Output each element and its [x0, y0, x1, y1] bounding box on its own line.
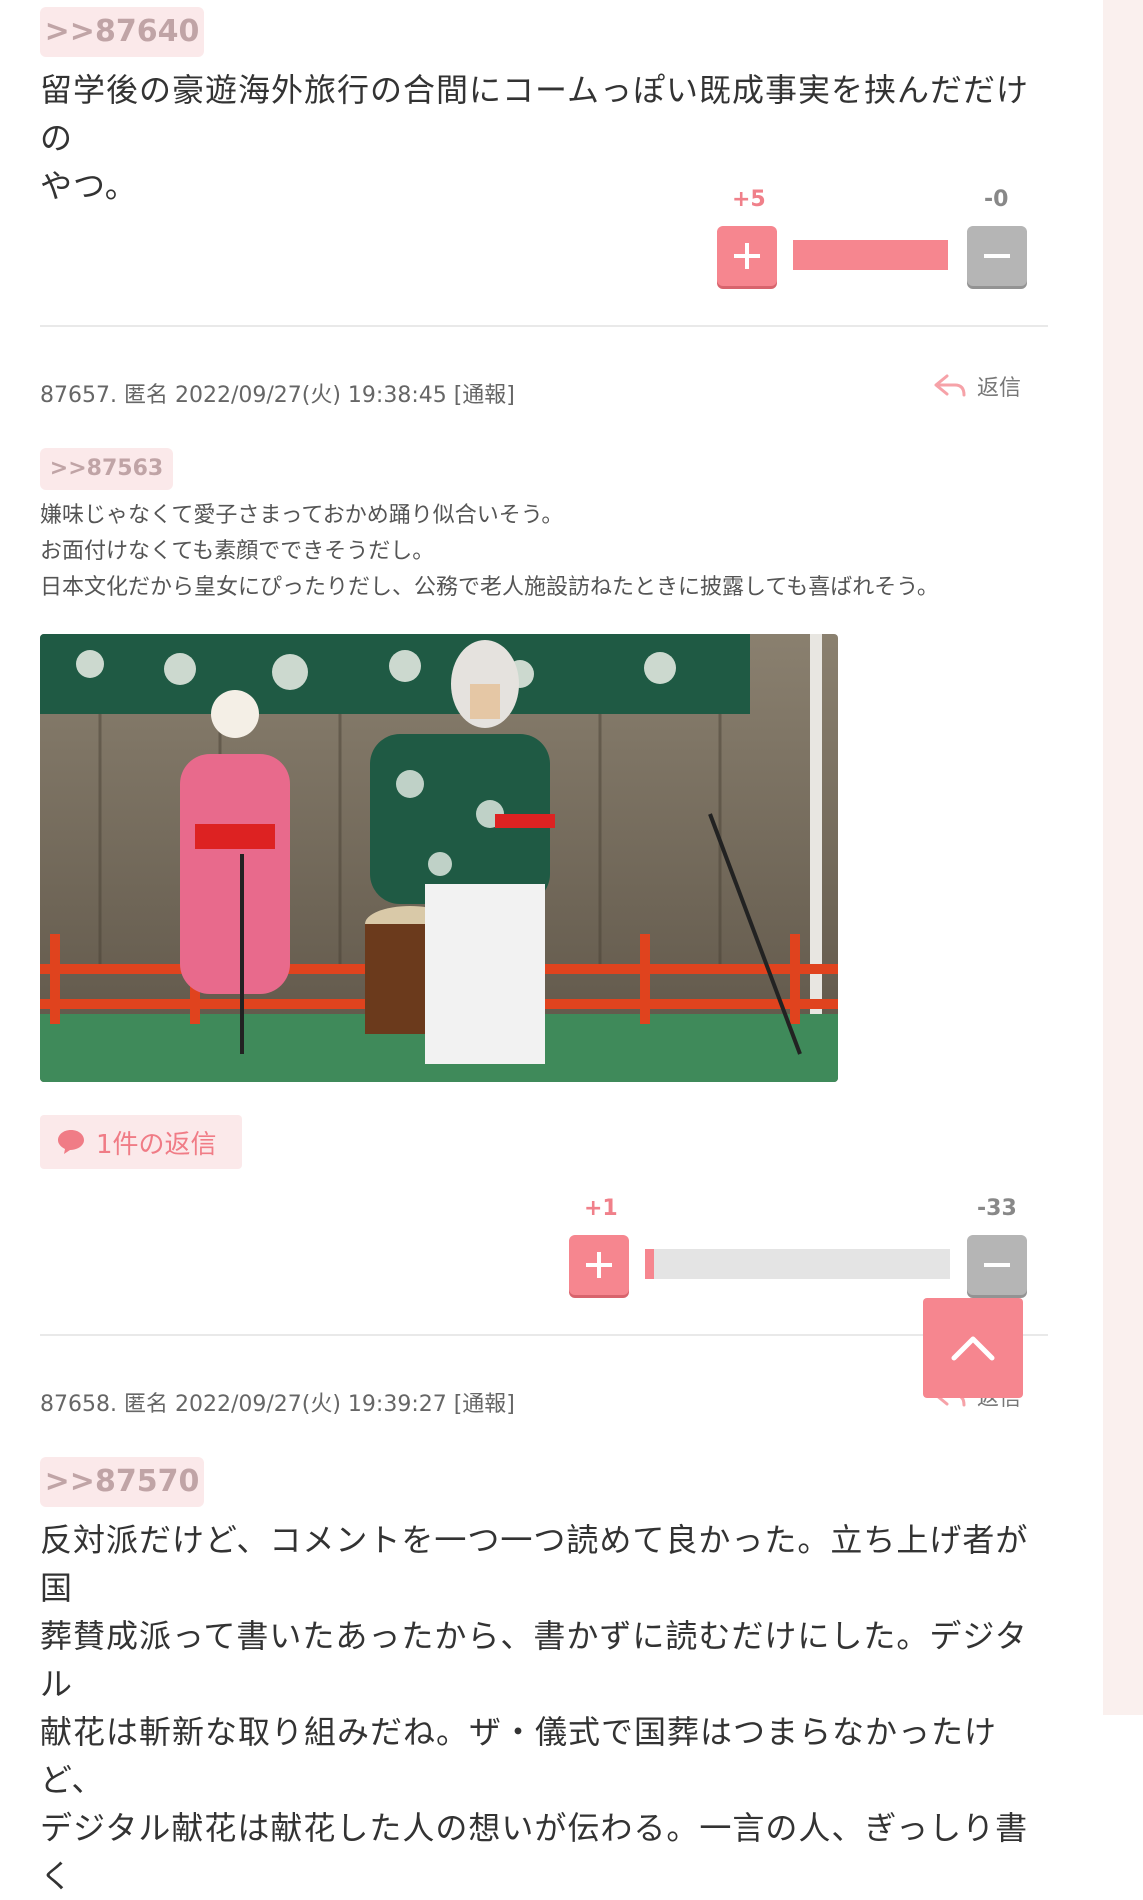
text-line: 日本文化だから皇女にぴったりだし、公務で老人施設訪ねたときに披露しても喜ばれそう… [40, 575, 939, 600]
vote-ratio-fill [645, 1249, 655, 1279]
text-line: お面付けなくても素顔でできそうだし。 [40, 539, 435, 564]
plus-icon [586, 1252, 612, 1278]
plus-vote-button[interactable] [717, 226, 777, 286]
minus-icon [984, 1263, 1010, 1267]
comment-meta: 87658. 匿名 2022/09/27(火) 19:39:27 [通報] [40, 1392, 515, 1417]
speech-bubble-icon [58, 1130, 84, 1154]
vote-ratio-fill [793, 240, 948, 270]
text-line: デジタル献花は献花した人の想いが伝わる。一言の人、ぎっしり書く [40, 1809, 1029, 1895]
comment-text: 嫌味じゃなくて愛子さまっておかめ踊り似合いそう。 お面付けなくても素顔でできそう… [40, 498, 1060, 606]
reply-count-button[interactable]: 1件の返信 [40, 1115, 242, 1169]
reply-count-label: 1件の返信 [96, 1129, 217, 1160]
comment-text: 留学後の豪遊海外旅行の合間にコームっぽい既成事実を挟んだだけの やつ。 [40, 66, 1040, 210]
plus-count: +5 [732, 187, 766, 212]
reply-label: 返信 [977, 376, 1022, 401]
text-line: 献花は斬新な取り組みだね。ザ・儀式で国葬はつまらなかったけど、 [40, 1713, 998, 1799]
scroll-to-top-button[interactable] [923, 1298, 1023, 1398]
text-line: 葬賛成派って書いたあったから、書かずに読むだけにした。デジタル [40, 1617, 1028, 1703]
side-strip [1103, 0, 1143, 1715]
minus-vote-button[interactable] [967, 1235, 1027, 1295]
minus-icon [984, 254, 1010, 258]
minus-vote-button[interactable] [967, 226, 1027, 286]
reply-arrow-icon [934, 374, 966, 397]
plus-count: +1 [584, 1196, 618, 1221]
divider [40, 325, 1048, 327]
anchor-tag[interactable]: >>87563 [40, 448, 173, 490]
divider [40, 1334, 1048, 1336]
comment-meta: 87657. 匿名 2022/09/27(火) 19:38:45 [通報] [40, 383, 515, 408]
minus-count: -33 [977, 1196, 1017, 1221]
minus-count: -0 [984, 187, 1009, 212]
text-line: 反対派だけど、コメントを一つ一つ読めて良かった。立ち上げ者が国 [40, 1521, 1029, 1607]
vote-ratio-bar [793, 240, 948, 270]
text-line: 留学後の豪遊海外旅行の合間にコームっぽい既成事実を挟んだだけの [40, 71, 1030, 157]
text-line: やつ。 [40, 167, 138, 205]
anchor-tag[interactable]: >>87640 [40, 7, 204, 57]
text-line: 嫌味じゃなくて愛子さまっておかめ踊り似合いそう。 [40, 503, 564, 528]
attached-photo[interactable] [40, 634, 838, 1082]
comment-text: 反対派だけど、コメントを一つ一つ読めて良かった。立ち上げ者が国 葬賛成派って書い… [40, 1516, 1040, 1900]
reply-button[interactable]: 返信 [933, 370, 1021, 402]
anchor-tag[interactable]: >>87570 [40, 1457, 204, 1507]
plus-vote-button[interactable] [569, 1235, 629, 1295]
chevron-up-icon [951, 1336, 995, 1361]
plus-icon [734, 243, 760, 269]
vote-ratio-bar [645, 1249, 950, 1279]
